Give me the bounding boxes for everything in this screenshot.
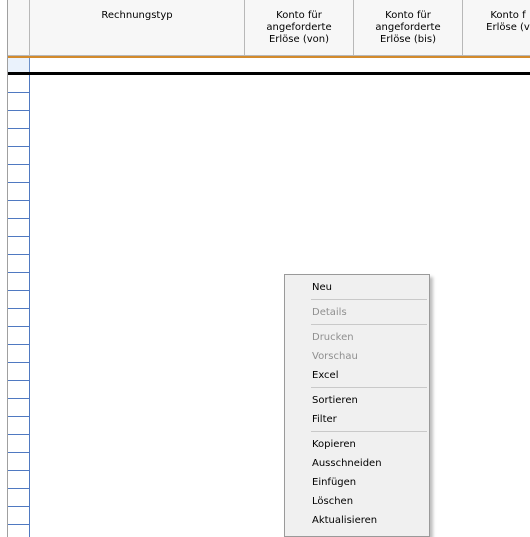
column-header-konto-partial[interactable]: Konto f Erlöse (v [463, 0, 530, 56]
context-menu: Neu Details Drucken Vorschau Excel Sorti… [284, 274, 430, 537]
row-selector-cell[interactable] [8, 399, 29, 417]
row-selector-cell[interactable] [8, 381, 29, 399]
row-selector-cell[interactable] [8, 327, 29, 345]
menu-separator [311, 299, 427, 300]
row-selector-cell[interactable] [8, 165, 29, 183]
row-selector-cell[interactable] [8, 507, 29, 525]
row-selector-cell[interactable] [8, 453, 29, 471]
row-selector-cell[interactable] [8, 291, 29, 309]
row-selector-cell[interactable] [8, 75, 29, 93]
menu-item-preview[interactable]: Vorschau [285, 347, 429, 366]
row-selector-cell[interactable] [8, 147, 29, 165]
row-selector-cell[interactable] [8, 219, 29, 237]
menu-item-copy[interactable]: Kopieren [285, 435, 429, 454]
row-selector-cell[interactable] [8, 363, 29, 381]
menu-separator [311, 387, 427, 388]
menu-item-paste[interactable]: Einfügen [285, 473, 429, 492]
menu-item-filter[interactable]: Filter [285, 410, 429, 429]
filter-row[interactable] [8, 58, 530, 72]
menu-item-sort[interactable]: Sortieren [285, 391, 429, 410]
row-selector-header[interactable] [8, 0, 30, 56]
row-selector-cell[interactable] [8, 525, 29, 537]
row-selector-column[interactable] [8, 75, 30, 537]
menu-item-cut[interactable]: Ausschneiden [285, 454, 429, 473]
grid-header: Rechnungstyp Konto für angeforderte Erlö… [8, 0, 530, 56]
row-selector-cell[interactable] [8, 129, 29, 147]
menu-separator [311, 431, 427, 432]
row-selector-cell[interactable] [8, 435, 29, 453]
column-header-konto-bis[interactable]: Konto für angeforderte Erlöse (bis) [354, 0, 463, 56]
column-header-konto-von[interactable]: Konto für angeforderte Erlöse (von) [245, 0, 354, 56]
menu-item-refresh[interactable]: Aktualisieren [285, 511, 429, 530]
row-selector-cell[interactable] [8, 111, 29, 129]
menu-separator [311, 324, 427, 325]
row-selector-cell[interactable] [8, 309, 29, 327]
menu-item-new[interactable]: Neu [285, 278, 429, 297]
filter-row-selector [8, 58, 30, 72]
row-selector-cell[interactable] [8, 345, 29, 363]
row-selector-cell[interactable] [8, 183, 29, 201]
row-selector-cell[interactable] [8, 471, 29, 489]
row-selector-cell[interactable] [8, 417, 29, 435]
row-selector-cell[interactable] [8, 489, 29, 507]
fixed-row-separator [8, 72, 530, 75]
row-selector-cell[interactable] [8, 273, 29, 291]
data-grid[interactable]: Rechnungstyp Konto für angeforderte Erlö… [8, 0, 530, 537]
row-selector-cell[interactable] [8, 93, 29, 111]
menu-item-details[interactable]: Details [285, 303, 429, 322]
left-border-strip [0, 0, 8, 537]
menu-item-delete[interactable]: Löschen [285, 492, 429, 511]
row-selector-cell[interactable] [8, 201, 29, 219]
row-selector-cell[interactable] [8, 237, 29, 255]
menu-item-excel[interactable]: Excel [285, 366, 429, 385]
column-header-rechnungstyp[interactable]: Rechnungstyp [30, 0, 245, 56]
row-selector-cell[interactable] [8, 255, 29, 273]
menu-item-print[interactable]: Drucken [285, 328, 429, 347]
